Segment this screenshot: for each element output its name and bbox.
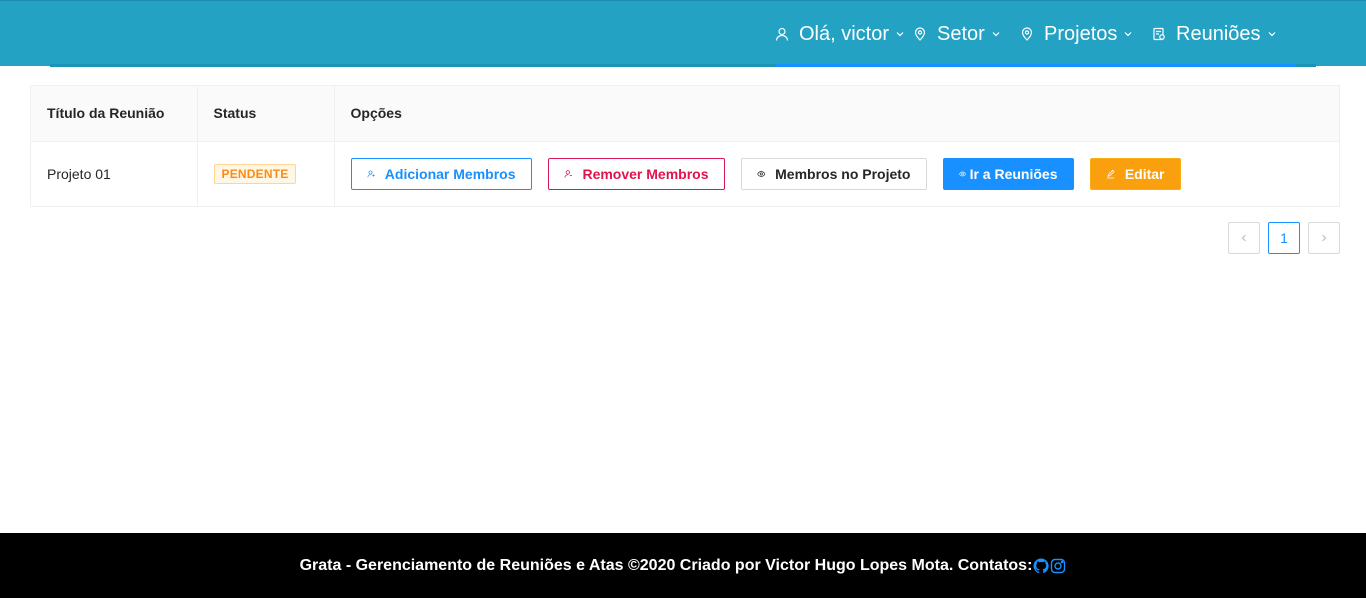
nav-reunioes-menu[interactable]: Reuniões [1152, 1, 1277, 67]
prev-page-button[interactable] [1228, 222, 1260, 254]
column-header-title: Título da Reunião [31, 86, 198, 142]
calendar-doc-icon [1152, 27, 1166, 41]
top-navbar: Olá, victor Setor Projetos Reuniões [0, 0, 1366, 67]
eye-icon [958, 167, 966, 181]
nav-projetos-menu[interactable]: Projetos [1020, 1, 1133, 67]
project-members-label: Membros no Projeto [775, 165, 911, 182]
chevron-down-icon [1123, 29, 1133, 39]
add-members-label: Adicionar Membros [384, 165, 516, 182]
column-header-options: Opções [334, 86, 1339, 142]
chevron-down-icon [991, 29, 1001, 39]
instagram-icon[interactable] [1050, 558, 1066, 574]
user-remove-icon [564, 167, 573, 181]
user-icon [775, 27, 789, 41]
chevron-right-icon [1319, 233, 1329, 243]
edit-button[interactable]: Editar [1089, 157, 1181, 190]
cell-title: Projeto 01 [31, 141, 198, 206]
chevron-left-icon [1239, 233, 1249, 243]
eye-icon [756, 167, 766, 181]
menu-underline [50, 64, 776, 67]
column-header-status: Status [197, 86, 335, 142]
nav-user-menu[interactable]: Olá, victor [775, 1, 905, 67]
remove-members-label: Remover Membros [582, 165, 709, 182]
edit-label: Editar [1124, 165, 1165, 182]
user-add-icon [367, 167, 375, 181]
cell-status: PENDENTE [197, 141, 335, 206]
projects-table: Título da Reunião Status Opções Projeto … [30, 85, 1340, 207]
footer-text: Grata - Gerenciamento de Reuniões e Atas… [299, 556, 1033, 574]
chevron-down-icon [895, 29, 905, 39]
status-badge: PENDENTE [213, 163, 297, 184]
github-icon[interactable] [1033, 557, 1050, 574]
project-members-button[interactable]: Membros no Projeto [740, 157, 927, 190]
remove-members-button[interactable]: Remover Membros [547, 157, 725, 190]
go-meetings-button[interactable]: Ir a Reuniões [942, 157, 1074, 190]
nav-setor-label: Setor [937, 22, 985, 45]
location-pin-icon [913, 27, 927, 41]
edit-pencil-icon [1106, 167, 1115, 181]
nav-projetos-label: Projetos [1044, 22, 1118, 45]
chevron-down-icon [1267, 29, 1277, 39]
add-members-button[interactable]: Adicionar Membros [350, 157, 532, 190]
menu-underline-edge [1296, 64, 1316, 67]
page-1-button[interactable]: 1 [1268, 222, 1300, 254]
table-row: Projeto 01 PENDENTE Adicionar Membros Re… [31, 141, 1339, 206]
table-header-row: Título da Reunião Status Opções [31, 86, 1339, 142]
row-actions: Adicionar Membros Remover Membros Membro… [350, 157, 1324, 190]
nav-user-label: Olá, victor [799, 22, 890, 45]
footer: Grata - Gerenciamento de Reuniões e Atas… [0, 533, 1366, 598]
go-meetings-label: Ir a Reuniões [969, 165, 1058, 182]
cell-options: Adicionar Membros Remover Membros Membro… [334, 141, 1339, 206]
nav-reunioes-label: Reuniões [1176, 22, 1261, 45]
location-pin-icon [1020, 27, 1034, 41]
pagination: 1 [1228, 222, 1340, 254]
next-page-button[interactable] [1308, 222, 1340, 254]
nav-setor-menu[interactable]: Setor [913, 1, 1001, 67]
